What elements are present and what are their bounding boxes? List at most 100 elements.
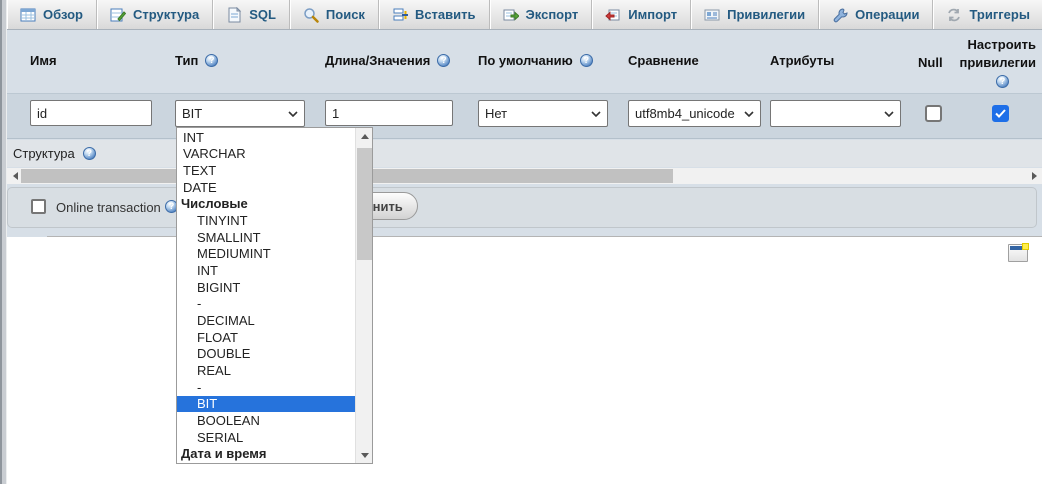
vertical-scrollbar-thumb[interactable] bbox=[357, 148, 372, 260]
dropdown-option[interactable]: VARCHAR bbox=[177, 146, 355, 163]
panel-resize-strip[interactable] bbox=[0, 0, 7, 484]
tab-sql[interactable]: SQL bbox=[213, 0, 290, 29]
table-options-panel: Online transaction ? Сохранить bbox=[7, 187, 1037, 228]
column-header-label: Тип bbox=[175, 53, 198, 68]
search-icon bbox=[303, 7, 319, 23]
chevron-down-icon bbox=[591, 111, 601, 117]
dropdown-vertical-scrollbar[interactable] bbox=[355, 128, 372, 463]
column-header-label: Настроить bbox=[916, 36, 1036, 54]
column-header-default: По умолчанию ? bbox=[478, 53, 593, 68]
tab-operations[interactable]: Операции bbox=[819, 0, 933, 29]
tab-label: Импорт bbox=[628, 7, 677, 22]
type-select-value: BIT bbox=[182, 106, 202, 121]
dropdown-option[interactable]: TINYINT bbox=[177, 212, 355, 229]
dropdown-option[interactable]: DATE bbox=[177, 179, 355, 196]
column-header-length: Длина/Значения ? bbox=[325, 53, 450, 68]
help-icon[interactable]: ? bbox=[205, 54, 218, 67]
browse-table-icon bbox=[20, 7, 36, 23]
help-icon[interactable]: ? bbox=[580, 54, 593, 67]
import-icon bbox=[605, 7, 621, 23]
help-icon[interactable]: ? bbox=[437, 54, 450, 67]
default-select-value: Нет bbox=[485, 106, 507, 121]
left-arrow-icon bbox=[13, 172, 18, 180]
privileges-icon bbox=[704, 7, 720, 23]
privileges-checkbox[interactable] bbox=[992, 105, 1009, 122]
column-header-privileges: Настроить привилегии bbox=[916, 36, 1036, 72]
tab-label: Привилегии bbox=[727, 7, 805, 22]
column-header-label: привилегии bbox=[916, 54, 1036, 72]
length-input[interactable] bbox=[325, 100, 453, 126]
column-header-name: Имя bbox=[30, 53, 57, 68]
dropdown-option[interactable]: BIGINT bbox=[177, 279, 355, 296]
column-header-collation: Сравнение bbox=[628, 53, 699, 68]
dropdown-option[interactable]: INT bbox=[177, 262, 355, 279]
tab-search[interactable]: Поиск bbox=[290, 0, 379, 29]
tab-export[interactable]: Экспорт bbox=[490, 0, 593, 29]
tab-browse[interactable]: Обзор bbox=[7, 0, 97, 29]
structure-section-title: Структура bbox=[13, 146, 75, 161]
type-dropdown-items: INT VARCHAR TEXT DATE Числовые TINYINT S… bbox=[177, 129, 355, 462]
dropdown-option[interactable]: BOOLEAN bbox=[177, 412, 355, 429]
help-icon[interactable]: ? bbox=[83, 147, 96, 160]
open-window-icon[interactable] bbox=[1008, 244, 1028, 262]
insert-icon bbox=[392, 7, 408, 23]
triggers-icon bbox=[946, 7, 962, 23]
chevron-down-icon bbox=[744, 111, 754, 117]
dropdown-option[interactable]: TEXT bbox=[177, 162, 355, 179]
column-header-attributes: Атрибуты bbox=[770, 53, 834, 68]
dropdown-option[interactable]: DECIMAL bbox=[177, 312, 355, 329]
scroll-up-button[interactable] bbox=[356, 128, 373, 144]
scroll-down-button[interactable] bbox=[356, 447, 373, 463]
tab-structure[interactable]: Структура bbox=[97, 0, 213, 29]
tab-triggers[interactable]: Триггеры bbox=[933, 0, 1042, 29]
help-icon[interactable]: ? bbox=[996, 75, 1009, 88]
right-arrow-icon bbox=[1032, 172, 1037, 180]
column-header-label: Длина/Значения bbox=[325, 53, 430, 68]
structure-icon bbox=[110, 7, 126, 23]
dropdown-option[interactable]: SERIAL bbox=[177, 429, 355, 446]
dropdown-option[interactable]: DOUBLE bbox=[177, 346, 355, 363]
dropdown-option-selected[interactable]: BIT bbox=[177, 396, 355, 413]
horizontal-scrollbar[interactable] bbox=[7, 168, 1042, 184]
attributes-select[interactable] bbox=[770, 100, 901, 127]
tab-insert[interactable]: Вставить bbox=[379, 0, 490, 29]
dropdown-option[interactable]: - bbox=[177, 296, 355, 313]
default-select[interactable]: Нет bbox=[478, 100, 608, 127]
collation-select[interactable]: utf8mb4_unicode bbox=[628, 100, 761, 127]
tab-label: Вставить bbox=[415, 7, 476, 22]
operations-icon bbox=[832, 7, 848, 23]
column-header-label: По умолчанию bbox=[478, 53, 573, 68]
check-icon bbox=[995, 109, 1006, 118]
column-name-input[interactable] bbox=[30, 100, 152, 126]
dropdown-option[interactable]: FLOAT bbox=[177, 329, 355, 346]
tab-label: Обзор bbox=[43, 7, 83, 22]
column-header-label: Имя bbox=[30, 53, 57, 68]
tab-label: SQL bbox=[249, 7, 276, 22]
window-highlight-dot bbox=[1022, 243, 1029, 250]
tab-label: Поиск bbox=[326, 7, 365, 22]
tab-label: Экспорт bbox=[526, 7, 579, 22]
up-arrow-icon bbox=[361, 134, 369, 139]
dropdown-option[interactable]: INT bbox=[177, 129, 355, 146]
column-header-label: Сравнение bbox=[628, 53, 699, 68]
down-arrow-icon bbox=[361, 453, 369, 458]
online-transaction-checkbox[interactable] bbox=[31, 199, 46, 214]
type-select[interactable]: BIT bbox=[175, 100, 305, 127]
dropdown-option[interactable]: - bbox=[177, 379, 355, 396]
dropdown-option[interactable]: SMALLINT bbox=[177, 229, 355, 246]
chevron-down-icon bbox=[884, 111, 894, 117]
dropdown-option[interactable]: MEDIUMINT bbox=[177, 246, 355, 263]
tab-label: Структура bbox=[133, 7, 199, 22]
dropdown-option[interactable]: REAL bbox=[177, 362, 355, 379]
scroll-right-button[interactable] bbox=[1026, 168, 1042, 184]
column-header-label: Атрибуты bbox=[770, 53, 834, 68]
collation-select-value: utf8mb4_unicode bbox=[635, 106, 735, 121]
online-transaction-label: Online transaction bbox=[56, 200, 161, 215]
dropdown-optgroup-label: Дата и время bbox=[177, 445, 355, 462]
sql-icon bbox=[226, 7, 242, 23]
null-checkbox[interactable] bbox=[925, 105, 942, 122]
tab-import[interactable]: Импорт bbox=[592, 0, 691, 29]
dropdown-optgroup-label: Числовые bbox=[177, 196, 355, 213]
tab-privileges[interactable]: Привилегии bbox=[691, 0, 819, 29]
chevron-down-icon bbox=[288, 111, 298, 117]
